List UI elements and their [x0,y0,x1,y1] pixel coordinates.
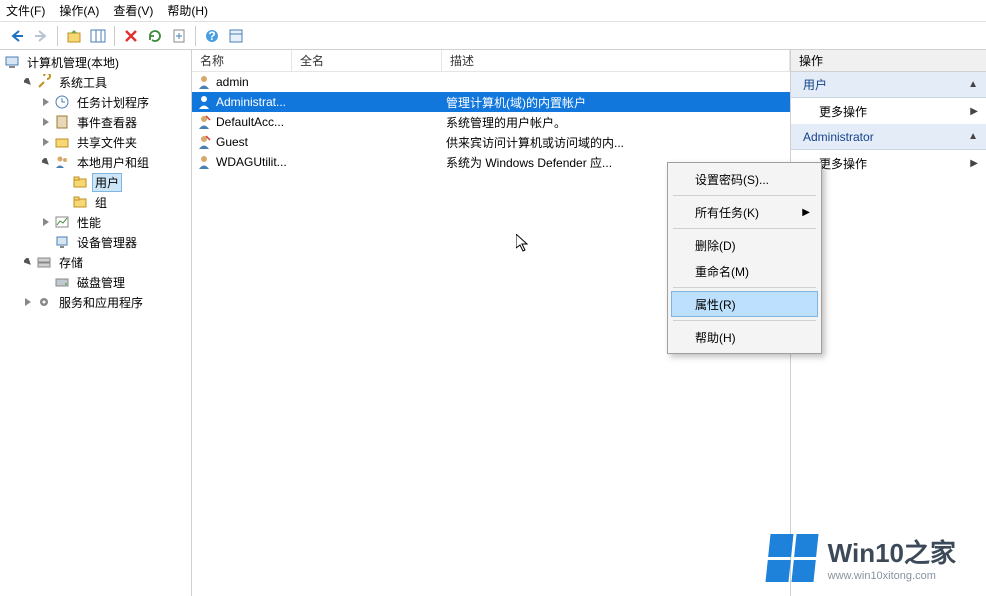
separator [673,287,816,288]
tree-tasksched[interactable]: 任务计划程序 [0,92,191,112]
menu-view[interactable]: 查看(V) [113,2,153,19]
computer-icon [4,54,20,70]
user-icon [196,94,212,110]
separator [673,195,816,196]
user-row[interactable]: DefaultAcc... 系统管理的用户帐户。 [192,112,790,132]
menu-action[interactable]: 操作(A) [59,2,99,19]
tree-systools[interactable]: 系统工具 [0,72,191,92]
menu-help[interactable]: 帮助(H) [167,2,208,19]
tree-eventvwr[interactable]: 事件查看器 [0,112,191,132]
menu-bar: 文件(F) 操作(A) 查看(V) 帮助(H) [0,0,986,22]
tree-diskmgr[interactable]: 磁盘管理 [0,272,191,292]
gear-icon [36,294,52,310]
user-icon [196,74,212,90]
menu-file[interactable]: 文件(F) [6,2,45,19]
users-icon [54,154,70,170]
svg-text:?: ? [208,29,215,43]
prop-button[interactable] [225,25,247,47]
folder-icon [72,174,88,190]
tree-sharedf[interactable]: 共享文件夹 [0,132,191,152]
windows-logo-icon [765,534,818,582]
up-button[interactable] [63,25,85,47]
help-button[interactable]: ? [201,25,223,47]
export-button[interactable] [168,25,190,47]
toolbar: ? [0,22,986,50]
action-group-admin[interactable]: Administrator▲ [791,124,986,150]
tree-perf[interactable]: 性能 [0,212,191,232]
chevron-up-icon: ▲ [968,79,978,90]
tree-groups[interactable]: 组 [0,192,191,212]
chevron-right-icon: ▶ [970,106,978,117]
action-group-users[interactable]: 用户▲ [791,72,986,98]
disk-icon [54,274,70,290]
expand-icon[interactable] [40,96,52,108]
device-icon [54,234,70,250]
expand-icon[interactable] [40,136,52,148]
chevron-right-icon: ▶ [970,158,978,169]
clock-icon [54,94,70,110]
tree-root[interactable]: 计算机管理(本地) [0,52,191,72]
watermark-url: www.win10xitong.com [828,570,956,582]
col-full[interactable]: 全名 [292,50,442,71]
ctx-setpassword[interactable]: 设置密码(S)... [671,166,818,192]
user-icon [196,134,212,150]
tree-devmgr[interactable]: 设备管理器 [0,232,191,252]
main-area: 计算机管理(本地) 系统工具 任务计划程序 事件查看器 共享文件夹 本地用户和组… [0,50,986,596]
tree-svcapp[interactable]: 服务和应用程序 [0,292,191,312]
expand-icon[interactable] [40,216,52,228]
expand-icon[interactable] [22,256,34,268]
ctx-delete[interactable]: 删除(D) [671,232,818,258]
user-row[interactable]: Guest 供来宾访问计算机或访问域的内... [192,132,790,152]
ctx-help[interactable]: 帮助(H) [671,324,818,350]
action-title: 操作 [791,50,986,72]
delete-button[interactable] [120,25,142,47]
expand-icon[interactable] [22,76,34,88]
back-button[interactable] [6,25,28,47]
expand-icon[interactable] [22,296,34,308]
folder-share-icon [54,134,70,150]
tree-pane[interactable]: 计算机管理(本地) 系统工具 任务计划程序 事件查看器 共享文件夹 本地用户和组… [0,50,192,596]
chevron-right-icon: ▶ [802,207,810,218]
refresh-button[interactable] [144,25,166,47]
ctx-alltasks[interactable]: 所有任务(K)▶ [671,199,818,225]
watermark: Win10之家 www.win10xitong.com [768,533,956,582]
folder-icon [72,194,88,210]
separator [673,320,816,321]
user-icon [196,154,212,170]
ctx-rename[interactable]: 重命名(M) [671,258,818,284]
list-pane: 名称 全名 描述 admin Administrat... 管理计算机(域)的内… [192,50,791,596]
tools-icon [36,74,52,90]
expand-icon[interactable] [40,116,52,128]
tree-lusrgrp[interactable]: 本地用户和组 [0,152,191,172]
col-name[interactable]: 名称 [192,50,292,71]
action-more-1[interactable]: 更多操作▶ [791,98,986,124]
perf-icon [54,214,70,230]
ctx-properties[interactable]: 属性(R) [671,291,818,317]
user-icon [196,114,212,130]
watermark-title: Win10之家 [828,533,956,570]
separator [673,228,816,229]
user-row[interactable]: admin [192,72,790,92]
forward-button[interactable] [30,25,52,47]
book-icon [54,114,70,130]
expand-icon[interactable] [40,156,52,168]
storage-icon [36,254,52,270]
tree-storage[interactable]: 存储 [0,252,191,272]
tree-users[interactable]: 用户 [0,172,191,192]
col-desc[interactable]: 描述 [442,50,790,71]
list-header: 名称 全名 描述 [192,50,790,72]
chevron-up-icon: ▲ [968,131,978,142]
user-row-selected[interactable]: Administrat... 管理计算机(域)的内置帐户 [192,92,790,112]
context-menu: 设置密码(S)... 所有任务(K)▶ 删除(D) 重命名(M) 属性(R) 帮… [667,162,822,354]
show-hide-button[interactable] [87,25,109,47]
